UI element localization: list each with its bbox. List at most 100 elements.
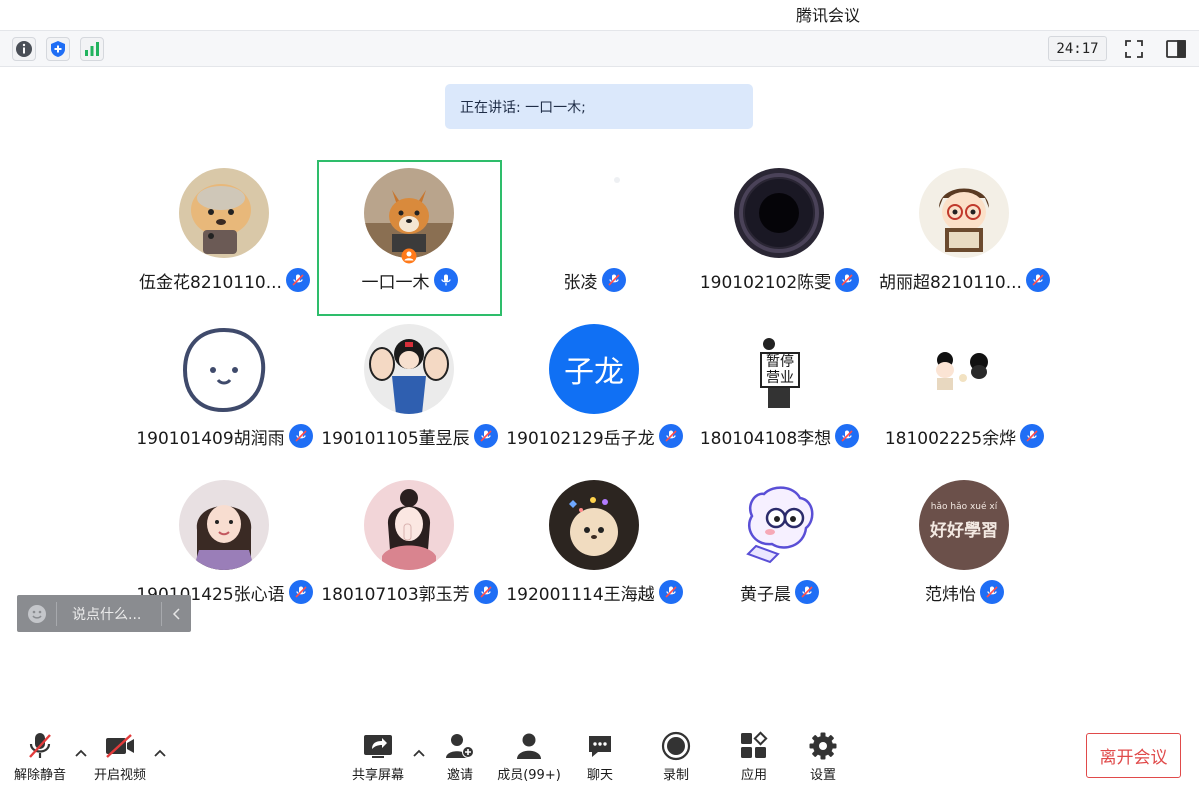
- participant-tile[interactable]: 190101105董昱辰: [317, 316, 502, 472]
- fullscreen-icon[interactable]: [1121, 37, 1147, 61]
- collapse-chevron-icon[interactable]: [161, 601, 191, 626]
- info-icon[interactable]: [12, 37, 36, 61]
- chat-bubble-icon: [586, 730, 614, 762]
- avatar: [919, 168, 1009, 258]
- participant-tile[interactable]: 子龙 190102129岳子龙: [502, 316, 687, 472]
- participant-tile[interactable]: 190102102陈雯: [687, 160, 872, 316]
- muted-mic-icon: [288, 424, 313, 448]
- avatar: [179, 168, 269, 258]
- avatar: [179, 480, 269, 570]
- participant-tile[interactable]: 黄子晨: [687, 472, 872, 628]
- muted-mic-icon: [835, 424, 860, 448]
- window-title: 腾讯会议: [796, 6, 861, 25]
- participant-name: 一口一木: [361, 272, 430, 293]
- avatar: [364, 324, 454, 414]
- video-off-icon: [103, 730, 137, 762]
- muted-mic-icon: [795, 580, 819, 604]
- share-screen-button[interactable]: 共享屏幕: [343, 730, 413, 783]
- quick-chat-bar[interactable]: 说点什么...: [17, 595, 191, 632]
- title-bar: 腾讯会议: [0, 0, 1199, 30]
- chat-label: 聊天: [586, 768, 613, 783]
- share-screen-label: 共享屏幕: [351, 768, 404, 783]
- share-options-chevron-icon[interactable]: [412, 746, 426, 760]
- participant-name: 190102102陈雯: [699, 272, 832, 293]
- meeting-info-bar: 24:17: [0, 30, 1199, 67]
- participant-name: 190101105董昱辰: [321, 428, 470, 449]
- members-button[interactable]: 成员(99+): [494, 730, 564, 783]
- invite-button[interactable]: 邀请: [425, 730, 495, 783]
- avatar-pinyin: hǎo hǎo xué xí: [930, 502, 998, 512]
- avatar: 子龙: [549, 324, 639, 414]
- muted-mic-icon: [1020, 424, 1045, 448]
- record-icon: [661, 730, 691, 762]
- settings-label: 设置: [809, 768, 836, 783]
- start-video-button[interactable]: 开启视频: [85, 730, 155, 783]
- invite-user-icon: [445, 730, 475, 762]
- participant-tile[interactable]: 192001114王海越: [502, 472, 687, 628]
- participant-tile[interactable]: 181002225余烨: [872, 316, 1057, 472]
- avatar: [734, 480, 824, 570]
- participant-tile[interactable]: 胡丽超8210110...: [872, 160, 1057, 316]
- avatar-initials: 子龙: [564, 355, 624, 390]
- record-button[interactable]: 录制: [641, 730, 711, 783]
- muted-mic-icon: [288, 580, 313, 604]
- avatar-text: 好好學習: [930, 521, 998, 541]
- share-screen-icon: [362, 730, 394, 762]
- participant-name: 181002225余烨: [884, 428, 1017, 449]
- sign-text-bottom: 营业: [766, 370, 794, 386]
- muted-mic-icon: [473, 580, 498, 604]
- muted-mic-icon: [980, 580, 1004, 604]
- avatar: hǎo hǎo xué xí 好好學習: [919, 480, 1009, 570]
- participant-tile[interactable]: 暂停 营业 180104108李想: [687, 316, 872, 472]
- security-shield-icon[interactable]: [46, 37, 70, 61]
- participant-name: 范炜怡: [925, 584, 976, 605]
- invite-label: 邀请: [446, 768, 473, 783]
- muted-mic-icon: [1025, 268, 1050, 292]
- chat-button[interactable]: 聊天: [565, 730, 635, 783]
- apps-button[interactable]: 应用: [719, 730, 789, 783]
- settings-button[interactable]: 设置: [788, 730, 858, 783]
- chat-input-placeholder[interactable]: 说点什么...: [57, 604, 161, 624]
- start-video-label: 开启视频: [93, 768, 146, 783]
- avatar: [549, 168, 639, 258]
- apps-grid-icon: [739, 730, 769, 762]
- meeting-timer: 24:17: [1048, 36, 1107, 61]
- sign-text-top: 暂停: [766, 354, 794, 370]
- participant-tile-active[interactable]: 一口一木: [317, 160, 502, 316]
- record-label: 录制: [662, 768, 689, 783]
- host-badge-icon: [401, 248, 417, 264]
- unmute-label: 解除静音: [13, 768, 66, 783]
- participant-tile[interactable]: 张凌: [502, 160, 687, 316]
- muted-mic-icon: [658, 424, 683, 448]
- members-label: 成员(99+): [497, 768, 561, 783]
- participant-name: 180107103郭玉芳: [321, 584, 470, 605]
- muted-mic-icon: [285, 268, 310, 292]
- video-options-chevron-icon[interactable]: [153, 746, 167, 760]
- avatar: [179, 324, 269, 414]
- unmute-button[interactable]: 解除静音: [5, 730, 75, 783]
- muted-mic-icon: [473, 424, 498, 448]
- participant-name: 190101409胡润雨: [136, 428, 285, 449]
- participant-name: 192001114王海越: [506, 584, 655, 605]
- avatar: [364, 480, 454, 570]
- side-panel-icon[interactable]: [1163, 37, 1189, 61]
- leave-meeting-button[interactable]: 离开会议: [1086, 733, 1181, 778]
- participant-tile[interactable]: 190101409胡润雨: [132, 316, 317, 472]
- avatar: [549, 480, 639, 570]
- avatar: 暂停 营业: [734, 324, 824, 414]
- muted-mic-icon: [658, 580, 683, 604]
- participant-name: 胡丽超8210110...: [879, 272, 1022, 293]
- avatar: [919, 324, 1009, 414]
- muted-mic-icon: [835, 268, 860, 292]
- participant-tile[interactable]: hǎo hǎo xué xí 好好學習 范炜怡: [872, 472, 1057, 628]
- participant-tile[interactable]: 伍金花8210110...: [132, 160, 317, 316]
- participant-tile[interactable]: 180107103郭玉芳: [317, 472, 502, 628]
- muted-mic-icon: [601, 268, 626, 292]
- participant-name: 180104108李想: [699, 428, 832, 449]
- muted-microphone-icon: [26, 730, 54, 762]
- emoji-icon[interactable]: [17, 601, 57, 626]
- participant-name: 190102129岳子龙: [506, 428, 655, 449]
- avatar: [734, 168, 824, 258]
- network-signal-icon[interactable]: [80, 37, 104, 61]
- participant-name: 张凌: [563, 272, 598, 293]
